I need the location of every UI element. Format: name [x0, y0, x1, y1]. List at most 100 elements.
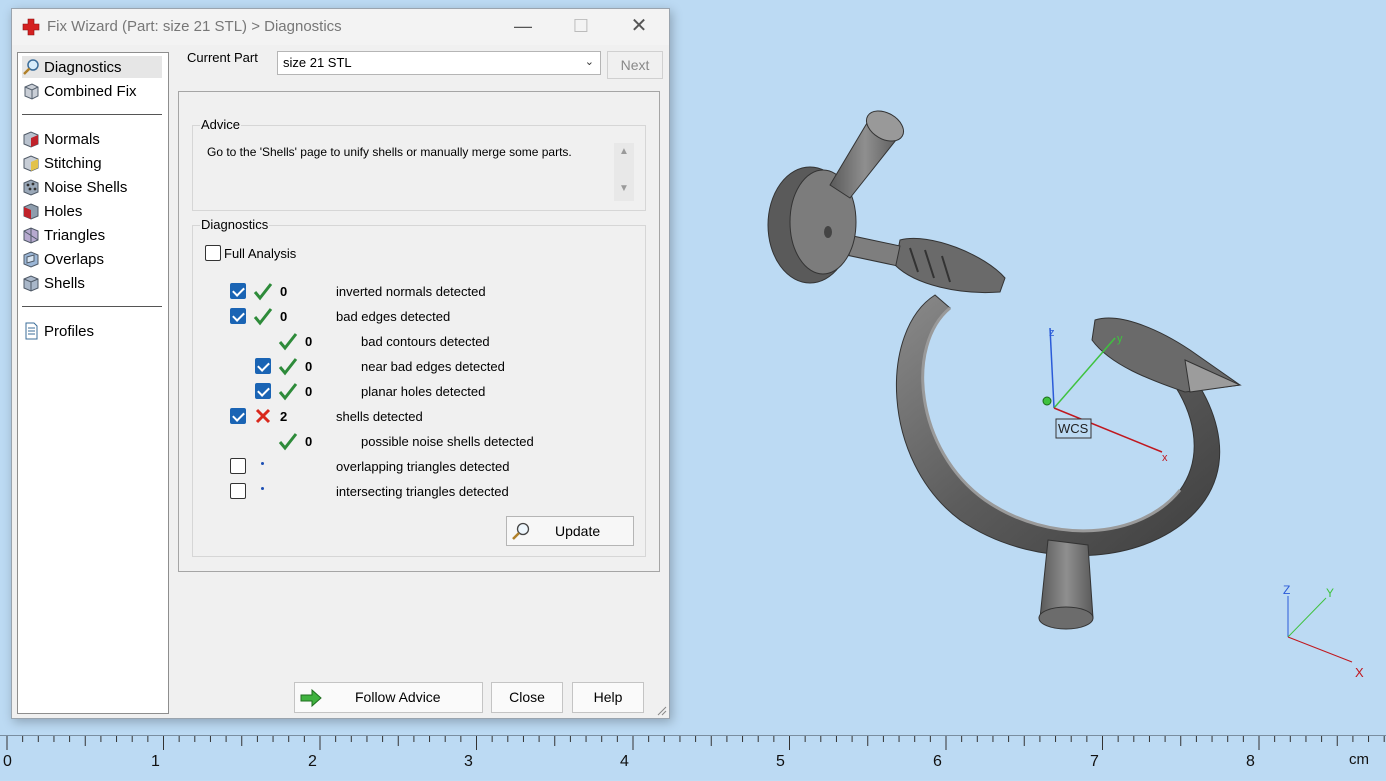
- checkbox[interactable]: [230, 458, 246, 474]
- diag-row-overlapping-triangles: overlapping triangles detected: [193, 456, 643, 476]
- scroll-up-icon[interactable]: ▲: [614, 146, 634, 157]
- ruler-ticks: [6, 736, 1385, 750]
- corner-y-label: Y: [1326, 586, 1334, 600]
- current-part-label: Current Part: [187, 50, 258, 65]
- advice-group: Advice Go to the 'Shells' page to unify …: [192, 117, 646, 211]
- nav-label: Stitching: [44, 154, 102, 172]
- nav-label: Triangles: [44, 226, 106, 244]
- combined-fix-icon: [24, 83, 39, 100]
- diag-row-planar-holes: 0 planar holes detected: [193, 381, 643, 401]
- minimize-button[interactable]: —: [505, 15, 541, 39]
- advice-title: Advice: [200, 117, 242, 132]
- nav-item-triangles[interactable]: Triangles: [22, 224, 162, 246]
- nav-item-normals[interactable]: Normals: [22, 128, 162, 150]
- diag-label: shells detected: [336, 409, 423, 424]
- check-icon: [278, 333, 298, 351]
- nav-item-overlaps[interactable]: Overlaps: [22, 248, 162, 270]
- diag-count: 0: [305, 359, 313, 374]
- update-button[interactable]: Update: [506, 516, 634, 546]
- pending-dot-icon: [261, 487, 264, 490]
- ruler-label-2: 2: [308, 753, 317, 770]
- chevron-down-icon: ⌄: [584, 56, 594, 68]
- advice-scrollbar[interactable]: ▲ ▼: [614, 143, 634, 201]
- diag-label: intersecting triangles detected: [336, 484, 509, 499]
- nav-item-combined-fix[interactable]: Combined Fix: [22, 80, 162, 102]
- diag-label: planar holes detected: [361, 384, 486, 399]
- diagnostics-group: Diagnostics Full Analysis 0 inverted nor…: [192, 217, 646, 557]
- nav-label: Overlaps: [44, 250, 105, 268]
- ruler-label-5: 5: [776, 753, 785, 770]
- nav-label: Normals: [44, 130, 100, 148]
- nav-label: Noise Shells: [44, 178, 128, 196]
- diag-row-inverted-normals: 0 inverted normals detected: [193, 281, 643, 301]
- check-icon: [278, 433, 298, 451]
- update-label: Update: [555, 523, 601, 539]
- magnifier-icon: [23, 59, 39, 75]
- check-icon: [253, 283, 273, 301]
- ruler-label-8: 8: [1246, 753, 1255, 770]
- noise-shells-icon: [23, 179, 39, 196]
- diag-row-bad-contours: 0 bad contours detected: [193, 331, 643, 351]
- wizard-nav: Diagnostics Combined Fix Normals Stitchi…: [17, 52, 169, 714]
- window-title: Fix Wizard (Part: size 21 STL) > Diagnos…: [47, 18, 342, 35]
- current-part-dropdown[interactable]: size 21 STL ⌄: [277, 51, 601, 75]
- nav-item-holes[interactable]: Holes: [22, 200, 162, 222]
- normals-icon: [23, 131, 39, 148]
- full-analysis-checkbox[interactable]: Full Analysis: [205, 245, 296, 261]
- follow-advice-label: Follow Advice: [355, 689, 441, 705]
- diag-row-near-bad-edges: 0 near bad edges detected: [193, 356, 643, 376]
- nav-separator: [22, 306, 162, 307]
- maximize-button[interactable]: ☐: [563, 15, 599, 39]
- check-icon: [253, 308, 273, 326]
- triangles-icon: [23, 227, 39, 244]
- checkbox[interactable]: [230, 308, 246, 324]
- nav-label: Holes: [44, 202, 83, 220]
- ruler: 0 1 2 3 4 5 6 7 8 cm: [0, 735, 1386, 780]
- checkbox[interactable]: [230, 408, 246, 424]
- diag-label: overlapping triangles detected: [336, 459, 510, 474]
- ruler-label-6: 6: [933, 753, 942, 770]
- full-analysis-label: Full Analysis: [224, 245, 297, 261]
- error-cross-icon: [255, 408, 271, 424]
- diag-label: possible noise shells detected: [361, 434, 534, 449]
- diag-row-noise-shells: 0 possible noise shells detected: [193, 431, 643, 451]
- red-cross-icon: [22, 18, 40, 36]
- nav-separator: [22, 114, 162, 115]
- nav-label: Diagnostics: [44, 58, 122, 76]
- nav-item-shells[interactable]: Shells: [22, 272, 162, 294]
- nav-label: Shells: [44, 274, 85, 292]
- checkbox[interactable]: [230, 483, 246, 499]
- diag-row-shells: 2 shells detected: [193, 406, 643, 426]
- checkbox[interactable]: [230, 283, 246, 299]
- nav-item-stitching[interactable]: Stitching: [22, 152, 162, 174]
- current-part-value: size 21 STL: [283, 55, 352, 70]
- nav-item-profiles[interactable]: Profiles: [22, 320, 162, 342]
- corner-x-label: X: [1355, 665, 1364, 680]
- diag-count: 0: [305, 434, 313, 449]
- diag-row-bad-edges: 0 bad edges detected: [193, 306, 643, 326]
- close-window-button[interactable]: ✕: [621, 15, 657, 39]
- checkbox[interactable]: [255, 383, 271, 399]
- follow-advice-button[interactable]: Follow Advice: [294, 682, 483, 713]
- profiles-icon: [25, 322, 38, 340]
- title-bar[interactable]: Fix Wizard (Part: size 21 STL) > Diagnos…: [12, 9, 669, 45]
- resize-grip-icon[interactable]: [655, 704, 667, 716]
- next-button[interactable]: Next: [607, 51, 663, 79]
- close-button[interactable]: Close: [491, 682, 563, 713]
- holes-icon: [23, 203, 39, 220]
- help-button[interactable]: Help: [572, 682, 644, 713]
- ruler-label-0: 0: [3, 753, 12, 770]
- diag-count: 0: [280, 309, 288, 324]
- wcs-z-label: z: [1049, 327, 1055, 339]
- nav-item-noise-shells[interactable]: Noise Shells: [22, 176, 162, 198]
- check-icon: [278, 383, 298, 401]
- pending-dot-icon: [261, 462, 264, 465]
- nav-item-diagnostics[interactable]: Diagnostics: [22, 56, 162, 78]
- ruler-label-7: 7: [1090, 753, 1099, 770]
- overlaps-icon: [23, 251, 39, 268]
- wcs-x-label: x: [1162, 452, 1168, 464]
- diag-label: near bad edges detected: [361, 359, 505, 374]
- scroll-down-icon[interactable]: ▼: [614, 183, 634, 194]
- checkbox[interactable]: [205, 245, 221, 261]
- checkbox[interactable]: [255, 358, 271, 374]
